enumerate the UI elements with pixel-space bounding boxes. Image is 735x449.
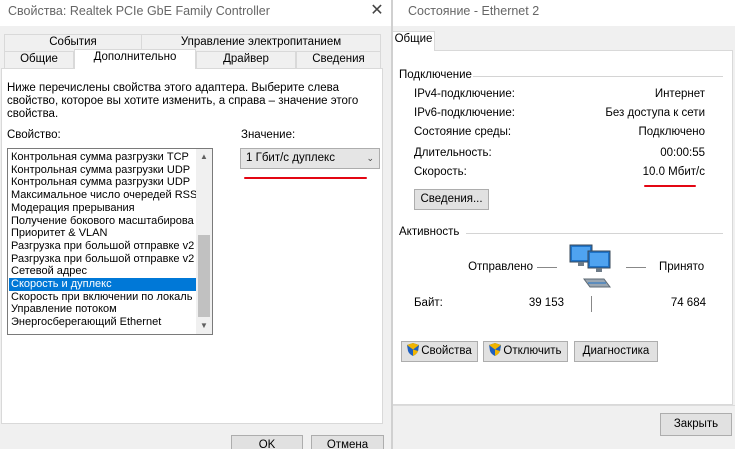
disable-button[interactable]: Отключить (483, 341, 568, 362)
network-activity-icon (564, 243, 624, 295)
list-item[interactable]: Контрольная сумма разгрузки TCP (9, 151, 197, 164)
tab-general[interactable]: Общие (4, 51, 74, 68)
list-item[interactable]: Скорость при включении по локаль (9, 291, 197, 304)
title-bar: Состояние - Ethernet 2 (393, 0, 735, 26)
sent-label: Отправлено (468, 261, 533, 273)
scroll-up-arrow-icon[interactable]: ▲ (196, 149, 212, 165)
annotation-underline (644, 185, 696, 187)
list-item[interactable]: Разгрузка при большой отправке v2 (9, 240, 197, 253)
bytes-label: Байт: (414, 297, 443, 309)
speed-label: Скорость: (414, 166, 467, 178)
speed-value: 10.0 Мбит/с (642, 166, 705, 178)
close-icon[interactable]: ✕ (362, 0, 392, 24)
received-label: Принято (659, 261, 705, 273)
bytes-sent-value: 39 153 (528, 297, 564, 309)
bytes-received-value: 74 684 (670, 297, 706, 309)
list-item[interactable]: Модерация прерывания (9, 202, 197, 215)
connection-header: Подключение (399, 69, 472, 81)
properties-button[interactable]: Свойства (401, 341, 478, 362)
duration-value: 00:00:55 (660, 147, 705, 159)
footer-divider (393, 405, 735, 406)
tab-details[interactable]: Сведения (296, 51, 381, 68)
tab-general[interactable]: Общие (393, 31, 435, 51)
received-line (626, 267, 646, 268)
property-listbox[interactable]: Контрольная сумма разгрузки TCP Контроль… (7, 148, 213, 335)
details-button[interactable]: Сведения... (414, 189, 489, 210)
adapter-properties-window: Свойства: Realtek PCIe GbE Family Contro… (0, 0, 393, 449)
list-item[interactable]: Управление потоком (9, 303, 197, 316)
properties-button-label: Свойства (421, 345, 472, 357)
list-item[interactable]: Максимальное число очередей RSS (9, 189, 197, 202)
window-title: Состояние - Ethernet 2 (408, 4, 540, 18)
property-label: Свойство: (7, 129, 61, 141)
duration-label: Длительность: (414, 147, 492, 159)
window-title: Свойства: Realtek PCIe GbE Family Contro… (8, 4, 270, 18)
ok-button[interactable]: OK (231, 435, 303, 449)
listbox-scrollbar[interactable]: ▲ ▼ (196, 149, 212, 334)
description-line-1: Ниже перечислены свойства этого адаптера… (7, 82, 339, 94)
tab-driver[interactable]: Драйвер (196, 51, 296, 68)
activity-header: Активность (399, 226, 460, 238)
description-line-3: свойства. (7, 108, 59, 120)
list-item[interactable]: Получение бокового масштабирова (9, 215, 197, 228)
section-divider (466, 233, 723, 234)
close-button[interactable]: Закрыть (660, 413, 732, 436)
cancel-button[interactable]: Отмена (311, 435, 384, 449)
list-item[interactable]: Контрольная сумма разгрузки UDP (9, 164, 197, 177)
disable-button-label: Отключить (503, 345, 562, 357)
shield-icon (407, 343, 420, 356)
list-item[interactable]: Сетевой адрес (9, 265, 197, 278)
value-dropdown[interactable]: 1 Гбит/с дуплекс ⌄ (240, 148, 380, 169)
list-item[interactable]: Энергосберегающий Ethernet (9, 316, 197, 329)
scroll-thumb[interactable] (198, 235, 210, 317)
list-item[interactable]: Приоритет & VLAN (9, 227, 197, 240)
ipv4-label: IPv4-подключение: (414, 88, 515, 100)
ipv4-value: Интернет (654, 88, 705, 100)
ethernet-status-window: Состояние - Ethernet 2 Общие Подключение… (393, 0, 735, 449)
tab-advanced[interactable]: Дополнительно (74, 49, 196, 69)
list-item[interactable]: Разгрузка при большой отправке v2 (9, 253, 197, 266)
list-item[interactable]: Контрольная сумма разгрузки UDP (9, 176, 197, 189)
ipv6-label: IPv6-подключение: (414, 107, 515, 119)
list-item-selected[interactable]: Скорость и дуплекс (9, 278, 197, 291)
activity-divider (591, 296, 592, 312)
title-bar: Свойства: Realtek PCIe GbE Family Contro… (0, 0, 393, 26)
diagnostics-button[interactable]: Диагностика (574, 341, 658, 362)
ipv6-value: Без доступа к сети (605, 107, 705, 119)
value-dropdown-text: 1 Гбит/с дуплекс (246, 152, 335, 164)
annotation-underline (244, 177, 367, 179)
value-label: Значение: (241, 129, 296, 141)
scroll-down-arrow-icon[interactable]: ▼ (196, 318, 212, 334)
media-state-value: Подключено (638, 126, 706, 138)
shield-icon (489, 343, 502, 356)
chevron-down-icon: ⌄ (366, 153, 374, 163)
media-state-label: Состояние среды: (414, 126, 512, 138)
description-line-2: свойство, которое вы хотите изменить, а … (7, 95, 359, 107)
section-divider (473, 76, 723, 77)
sent-line (537, 267, 557, 268)
